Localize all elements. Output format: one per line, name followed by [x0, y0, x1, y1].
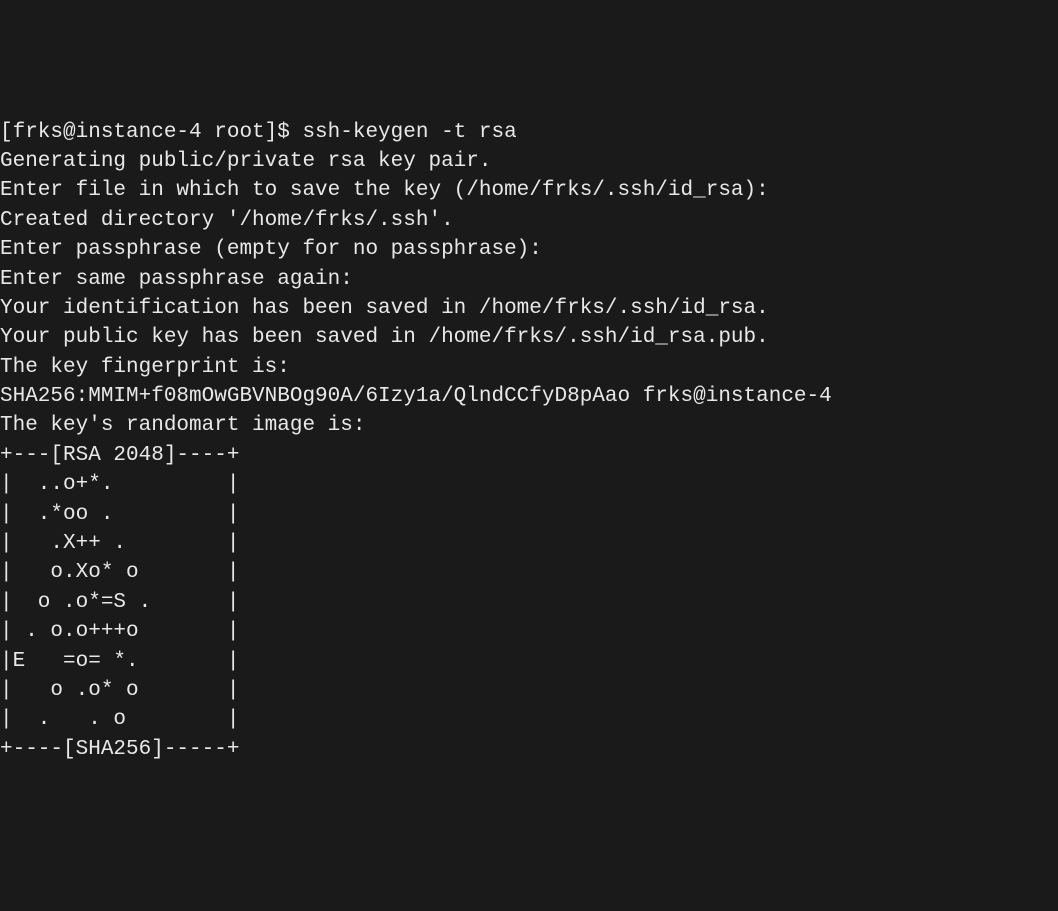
terminal-output[interactable]: [frks@instance-4 root]$ ssh-keygen -t rs… [0, 118, 1058, 765]
terminal-line: | o.Xo* o | [0, 558, 1058, 587]
terminal-line: | o .o* o | [0, 676, 1058, 705]
terminal-line: | o .o*=S . | [0, 588, 1058, 617]
terminal-line: The key fingerprint is: [0, 353, 1058, 382]
terminal-line: +---[RSA 2048]----+ [0, 441, 1058, 470]
terminal-line: [frks@instance-4 root]$ ssh-keygen -t rs… [0, 118, 1058, 147]
terminal-line: Created directory '/home/frks/.ssh'. [0, 206, 1058, 235]
terminal-line: | ..o+*. | [0, 470, 1058, 499]
terminal-line: | .X++ . | [0, 529, 1058, 558]
terminal-line: The key's randomart image is: [0, 411, 1058, 440]
terminal-line: | . . o | [0, 705, 1058, 734]
terminal-line: | . o.o+++o | [0, 617, 1058, 646]
terminal-line: Enter same passphrase again: [0, 265, 1058, 294]
terminal-line: |E =o= *. | [0, 647, 1058, 676]
terminal-line: | .*oo . | [0, 500, 1058, 529]
terminal-line: Your public key has been saved in /home/… [0, 323, 1058, 352]
terminal-line: +----[SHA256]-----+ [0, 735, 1058, 764]
terminal-line: Generating public/private rsa key pair. [0, 147, 1058, 176]
terminal-line: Enter file in which to save the key (/ho… [0, 176, 1058, 205]
terminal-line: Your identification has been saved in /h… [0, 294, 1058, 323]
terminal-line: SHA256:MMIM+f08mOwGBVNBOg90A/6Izy1a/Qlnd… [0, 382, 1058, 411]
terminal-line: Enter passphrase (empty for no passphras… [0, 235, 1058, 264]
